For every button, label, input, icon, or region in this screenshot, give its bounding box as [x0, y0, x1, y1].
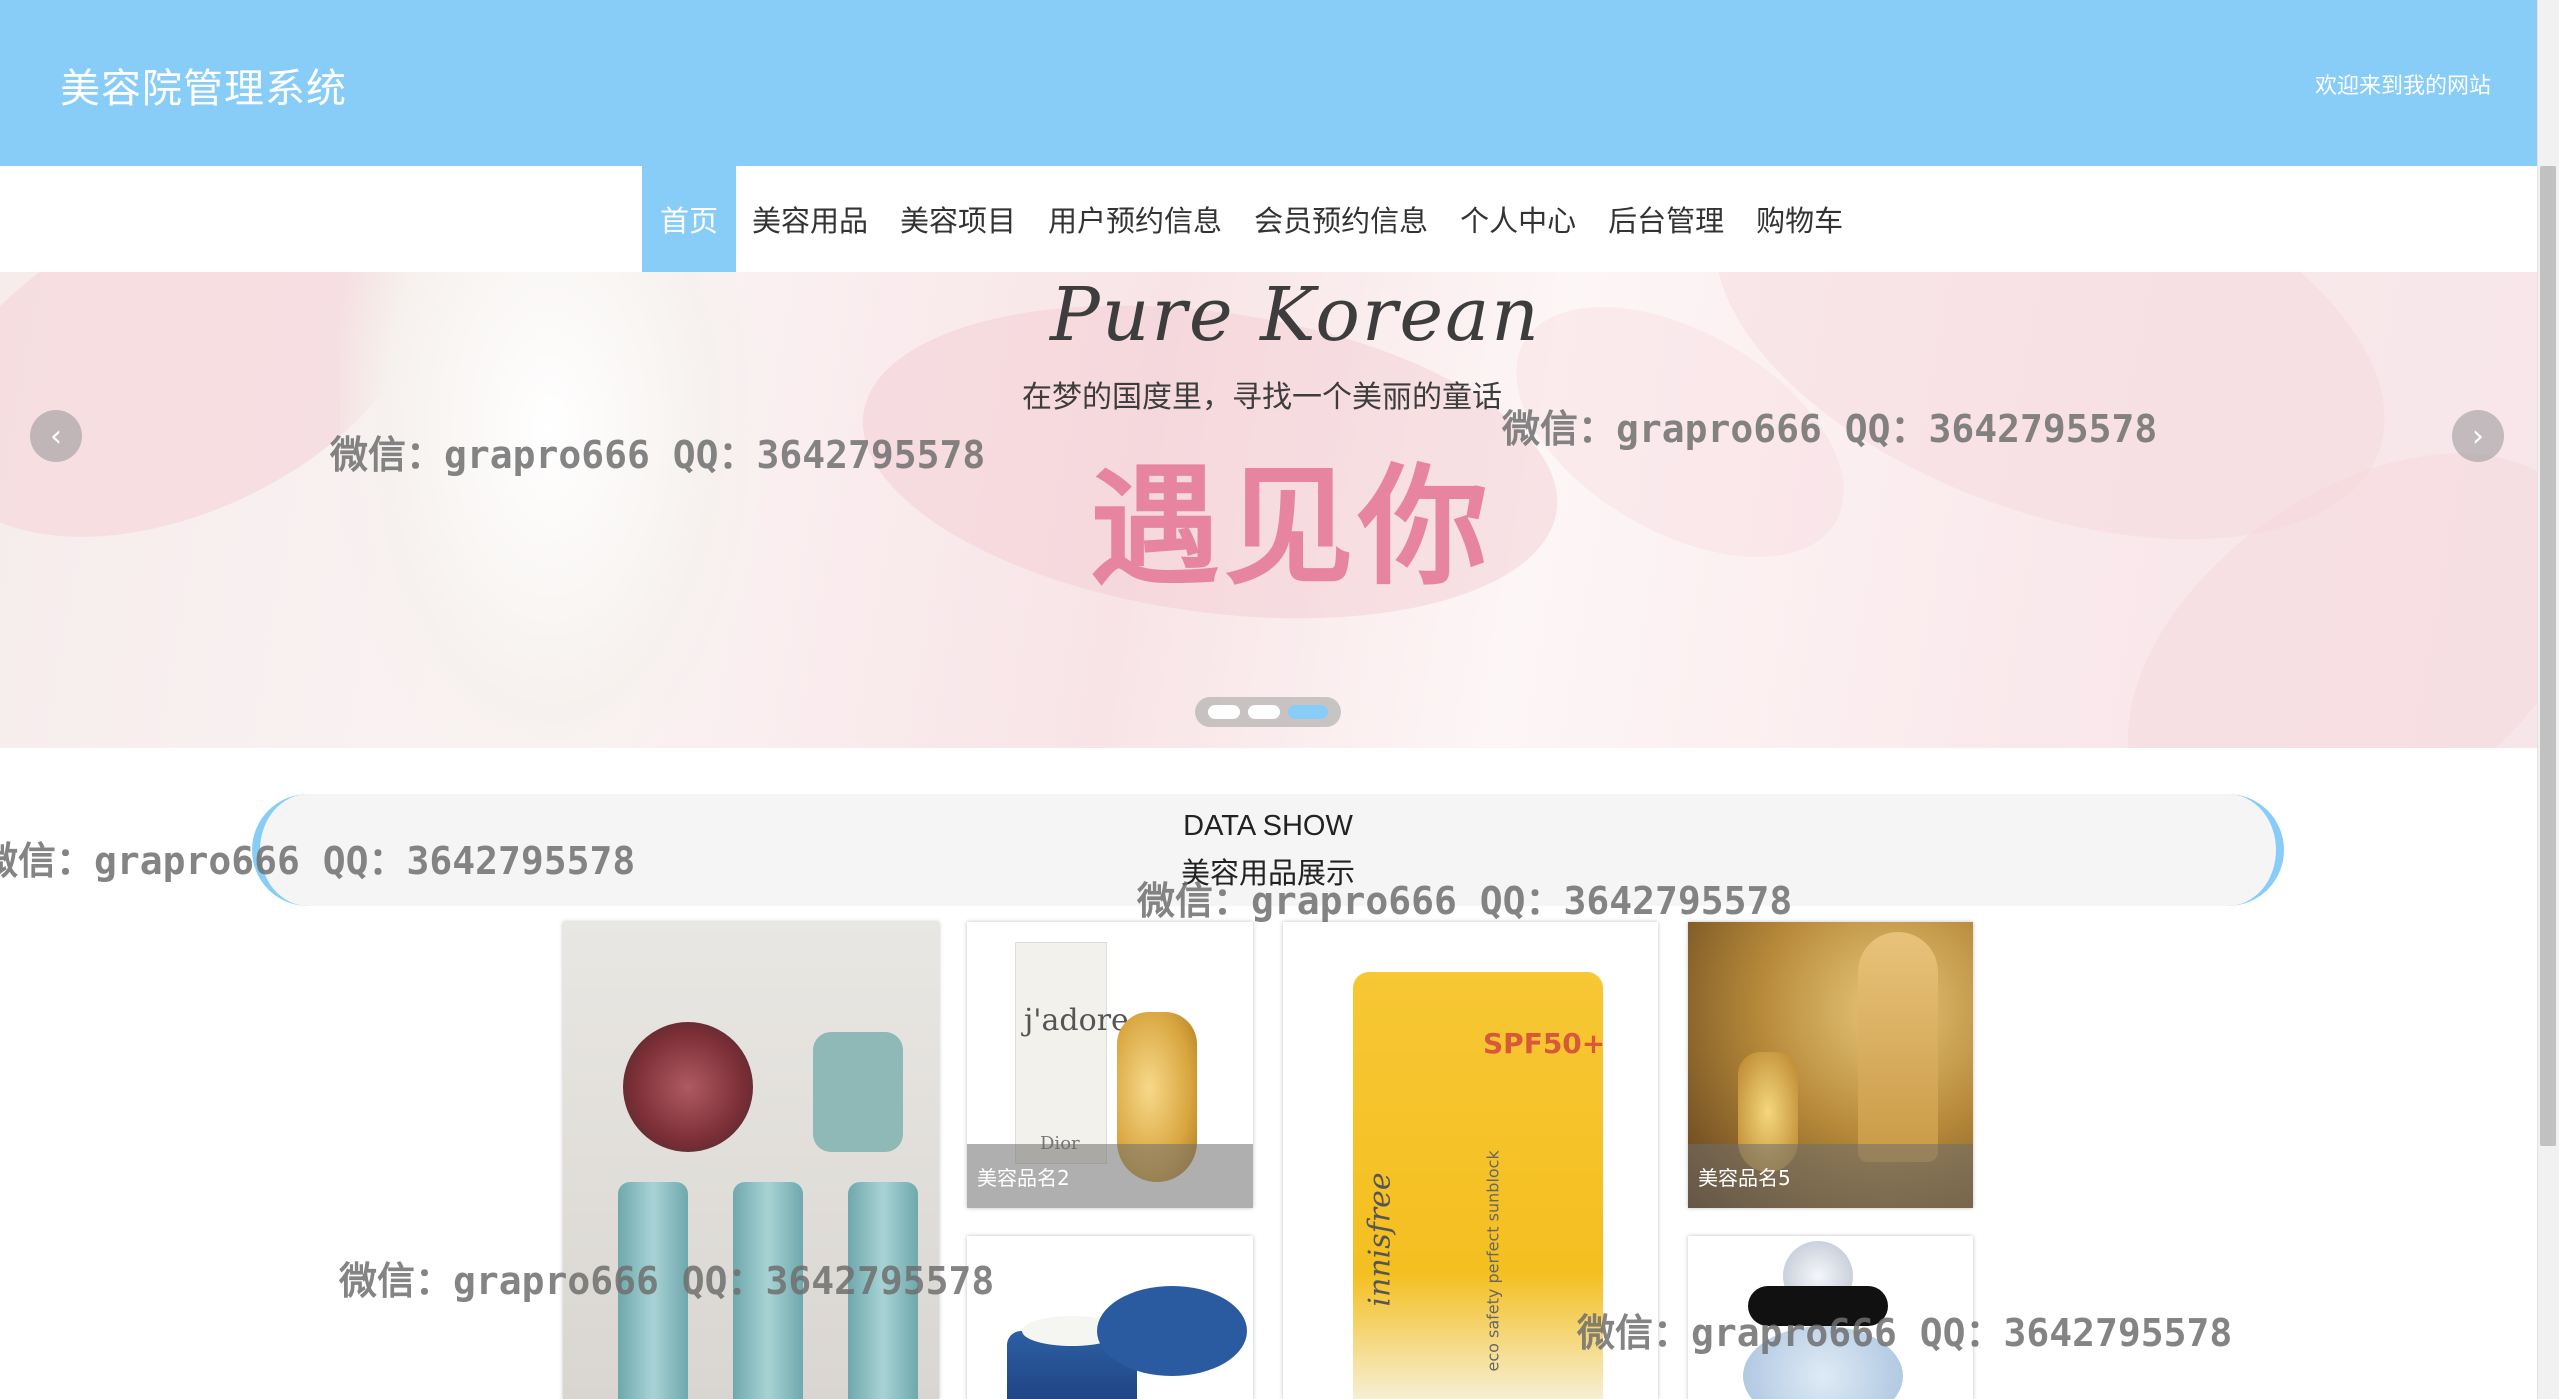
chevron-left-icon: ‹ — [50, 418, 62, 454]
product-card[interactable] — [967, 1236, 1253, 1399]
product-art-text: eco safety perfect sunblock — [1483, 1150, 1503, 1372]
watermark: 微信：grapro666 QQ：3642795578 — [1502, 407, 2158, 451]
nav-item-beauty-services[interactable]: 美容项目 — [884, 166, 1032, 272]
nav-item-cart[interactable]: 购物车 — [1740, 166, 1859, 272]
watermark: 微信：grapro666 QQ：3642795578 — [1137, 879, 1793, 923]
site-title[interactable]: 美容院管理系统 — [60, 56, 347, 114]
banner-headline: 遇见你 — [1090, 451, 1493, 603]
nav-item-home[interactable]: 首页 — [642, 166, 737, 272]
product-image — [623, 1022, 753, 1152]
watermark: 微信：grapro666 QQ：3642795578 — [339, 1259, 995, 1303]
nav-item-member-appointments[interactable]: 会员预约信息 — [1238, 166, 1444, 272]
product-image — [1858, 932, 1938, 1162]
carousel-dot-active[interactable] — [1288, 705, 1328, 719]
chevron-right-icon: › — [2472, 418, 2484, 454]
product-card[interactable] — [563, 922, 939, 1399]
carousel-prev-button[interactable]: ‹ — [30, 410, 82, 462]
carousel-dot[interactable] — [1208, 705, 1240, 719]
site-header: 美容院管理系统 欢迎来到我的网站 — [0, 0, 2537, 166]
watermark: 微信：grapro666 QQ：3642795578 — [330, 433, 986, 477]
nav-item-admin[interactable]: 后台管理 — [1592, 166, 1740, 272]
watermark: 微信：grapro666 QQ：3642795578 — [1577, 1311, 2233, 1355]
product-art-text: innisfree — [1362, 1172, 1398, 1307]
banner-carousel[interactable]: Pure Korean 在梦的国度里，寻找一个美丽的童话 遇见你 ‹ › — [0, 272, 2537, 748]
product-art-text: SPF50+ — [1483, 1027, 1606, 1060]
product-card[interactable]: j'adore Dior 美容品名2 — [967, 922, 1253, 1208]
carousel-dot[interactable] — [1248, 705, 1280, 719]
nav-item-personal-center[interactable]: 个人中心 — [1444, 166, 1592, 272]
page: 美容院管理系统 欢迎来到我的网站 首页 美容用品 美容项目 用户预约信息 会员预… — [0, 0, 2559, 1399]
product-caption: 美容品名5 — [1688, 1144, 1973, 1208]
scrollbar-thumb[interactable] — [2540, 166, 2556, 1146]
bride-image — [340, 272, 760, 748]
nav-item-beauty-products[interactable]: 美容用品 — [736, 166, 884, 272]
product-caption: 美容品名2 — [967, 1144, 1253, 1208]
product-card[interactable]: 美容品名5 — [1688, 922, 1973, 1208]
nav-item-user-appointments[interactable]: 用户预约信息 — [1032, 166, 1238, 272]
welcome-text: 欢迎来到我的网站 — [2314, 74, 2491, 99]
watermark: 微信：grapro666 QQ：3642795578 — [0, 839, 636, 883]
product-image — [1097, 1286, 1247, 1376]
product-image — [813, 1032, 903, 1152]
carousel-indicators — [1195, 697, 1341, 727]
product-image: SPF50+ innisfree eco safety perfect sunb… — [1353, 972, 1606, 1399]
nav-list: 首页 美容用品 美容项目 用户预约信息 会员预约信息 个人中心 后台管理 购物车 — [642, 166, 1859, 272]
product-art-text: j'adore — [1024, 1003, 1129, 1038]
main-nav: 首页 美容用品 美容项目 用户预约信息 会员预约信息 个人中心 后台管理 购物车 — [0, 166, 2537, 272]
product-image: j'adore Dior — [1015, 942, 1129, 1164]
banner-subtitle: 在梦的国度里，寻找一个美丽的童话 — [1022, 380, 1502, 415]
banner-script-title: Pure Korean — [1050, 272, 1541, 358]
carousel-next-button[interactable]: › — [2452, 410, 2504, 462]
